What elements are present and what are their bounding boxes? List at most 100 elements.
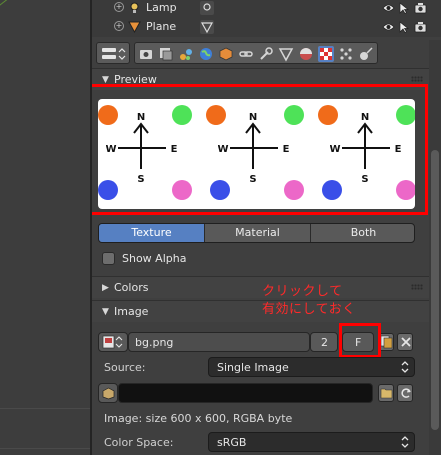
color-space-label: Color Space: (104, 436, 174, 449)
scrollbar-thumb[interactable] (431, 150, 439, 430)
grid-line (0, 448, 90, 449)
editor-type-icon (102, 48, 126, 60)
object-name[interactable]: Plane (146, 20, 176, 33)
pink-dot (396, 180, 415, 200)
pink-dot (284, 180, 304, 200)
expand-triangle-icon[interactable]: ▶ (102, 283, 112, 293)
svg-text:N: N (249, 112, 257, 123)
render-camera-icon[interactable] (414, 2, 427, 14)
blue-dot (98, 180, 118, 200)
image-browse-button[interactable] (98, 332, 128, 352)
file-pack-button[interactable] (98, 383, 118, 403)
expand-icon[interactable]: + (114, 2, 124, 12)
filepath-field[interactable] (118, 383, 373, 403)
outliner: + Lamp + Plane (92, 0, 441, 37)
data-icon[interactable] (278, 46, 294, 62)
texture-preview: N S W E N S W E N S W E (98, 99, 415, 209)
constraints-icon[interactable] (238, 46, 254, 62)
render-camera-icon[interactable] (414, 21, 427, 33)
blue-dot (210, 180, 230, 200)
texture-icon[interactable] (318, 46, 334, 62)
user-count-button[interactable]: 2 (310, 332, 338, 352)
image-info-text: Image: size 600 x 600, RGBA byte (104, 412, 293, 425)
annotation-text-line2: 有効にしておく (262, 302, 356, 317)
outliner-row-lamp[interactable]: + Lamp (92, 0, 429, 17)
lamp-icon (130, 2, 139, 13)
modifiers-icon[interactable] (258, 46, 274, 62)
package-icon (102, 387, 115, 400)
select-arrow-icon[interactable] (398, 2, 410, 14)
svg-text:W: W (106, 144, 117, 155)
mesh-data-icon[interactable] (200, 20, 214, 34)
svg-text:E: E (171, 144, 178, 155)
physics-icon[interactable] (358, 46, 374, 62)
svg-text:E: E (395, 144, 402, 155)
image-name-field[interactable]: bg.png (128, 332, 310, 352)
particles-icon[interactable] (338, 46, 354, 62)
segment-texture[interactable]: Texture (99, 224, 204, 242)
folder-icon (380, 388, 393, 399)
world-icon[interactable] (198, 46, 214, 62)
context-tab-strip (134, 42, 378, 64)
compass-rose: N S W E (106, 112, 178, 183)
grid-line (0, 408, 90, 409)
show-alpha-label[interactable]: Show Alpha (122, 252, 186, 265)
outliner-row-plane[interactable]: + Plane (92, 18, 429, 36)
segment-material[interactable]: Material (205, 224, 310, 242)
dropdown-arrows-icon (401, 436, 409, 448)
render-layers-icon[interactable] (158, 46, 174, 62)
open-file-button[interactable] (378, 384, 394, 402)
user-count-value: 2 (321, 336, 328, 349)
lamp-data-icon[interactable] (200, 1, 214, 15)
3d-viewport[interactable] (0, 0, 90, 455)
collapse-triangle-icon[interactable]: ▼ (102, 75, 112, 85)
visibility-eye-icon[interactable] (382, 2, 395, 14)
editor-type-menu[interactable] (96, 42, 130, 64)
svg-text:S: S (137, 174, 144, 183)
highlight-frame-fake-user (339, 323, 381, 358)
drag-grip-icon[interactable] (411, 284, 423, 290)
segment-both[interactable]: Both (311, 224, 414, 242)
panel-title: Image (114, 305, 149, 318)
svg-text:W: W (218, 144, 229, 155)
unlink-image-button[interactable] (397, 333, 413, 351)
close-icon (401, 337, 411, 347)
scene-icon[interactable] (178, 46, 194, 62)
drag-grip-icon[interactable] (411, 76, 423, 82)
color-space-dropdown[interactable]: sRGB (208, 432, 415, 452)
preview-panel-header[interactable]: ▼ Preview (92, 68, 429, 90)
show-alpha-checkbox[interactable] (102, 252, 115, 265)
reload-icon (401, 388, 411, 398)
svg-text:N: N (361, 112, 369, 123)
svg-text:W: W (330, 144, 341, 155)
visibility-eye-icon[interactable] (382, 21, 395, 33)
select-arrow-icon[interactable] (398, 21, 410, 33)
reload-button[interactable] (397, 384, 413, 402)
annotation-text-line1: クリックして (262, 284, 343, 299)
duplicate-icon (380, 335, 393, 349)
source-label: Source: (104, 361, 146, 374)
image-name-value: bg.png (135, 336, 174, 349)
colors-panel-header[interactable]: ▶ Colors (92, 276, 429, 298)
preview-resize-handle[interactable] (250, 212, 262, 214)
expand-icon[interactable]: + (114, 21, 124, 31)
properties-scrollbar[interactable] (429, 40, 441, 455)
preview-type-selector: Texture Material Both (98, 223, 415, 243)
source-value: Single Image (217, 361, 289, 374)
mesh-object-icon (128, 21, 141, 33)
image-browse-icon (102, 335, 123, 349)
object-name[interactable]: Lamp (146, 1, 177, 14)
blue-dot (322, 180, 342, 200)
material-icon[interactable] (298, 46, 314, 62)
panel-title: Colors (114, 281, 149, 294)
collapse-triangle-icon[interactable]: ▼ (102, 307, 112, 317)
compass-rose: N S W E (330, 112, 402, 183)
source-dropdown[interactable]: Single Image (208, 357, 415, 377)
svg-text:N: N (137, 112, 145, 123)
image-panel-header[interactable]: ▼ Image (92, 300, 429, 322)
properties-editor: + Lamp + Plane ▼ Preview N S W E N S W E… (92, 0, 441, 455)
object-icon[interactable] (218, 46, 234, 62)
compass-rose: N S W E (218, 112, 290, 183)
render-icon[interactable] (138, 46, 154, 62)
color-space-value: sRGB (217, 436, 247, 449)
